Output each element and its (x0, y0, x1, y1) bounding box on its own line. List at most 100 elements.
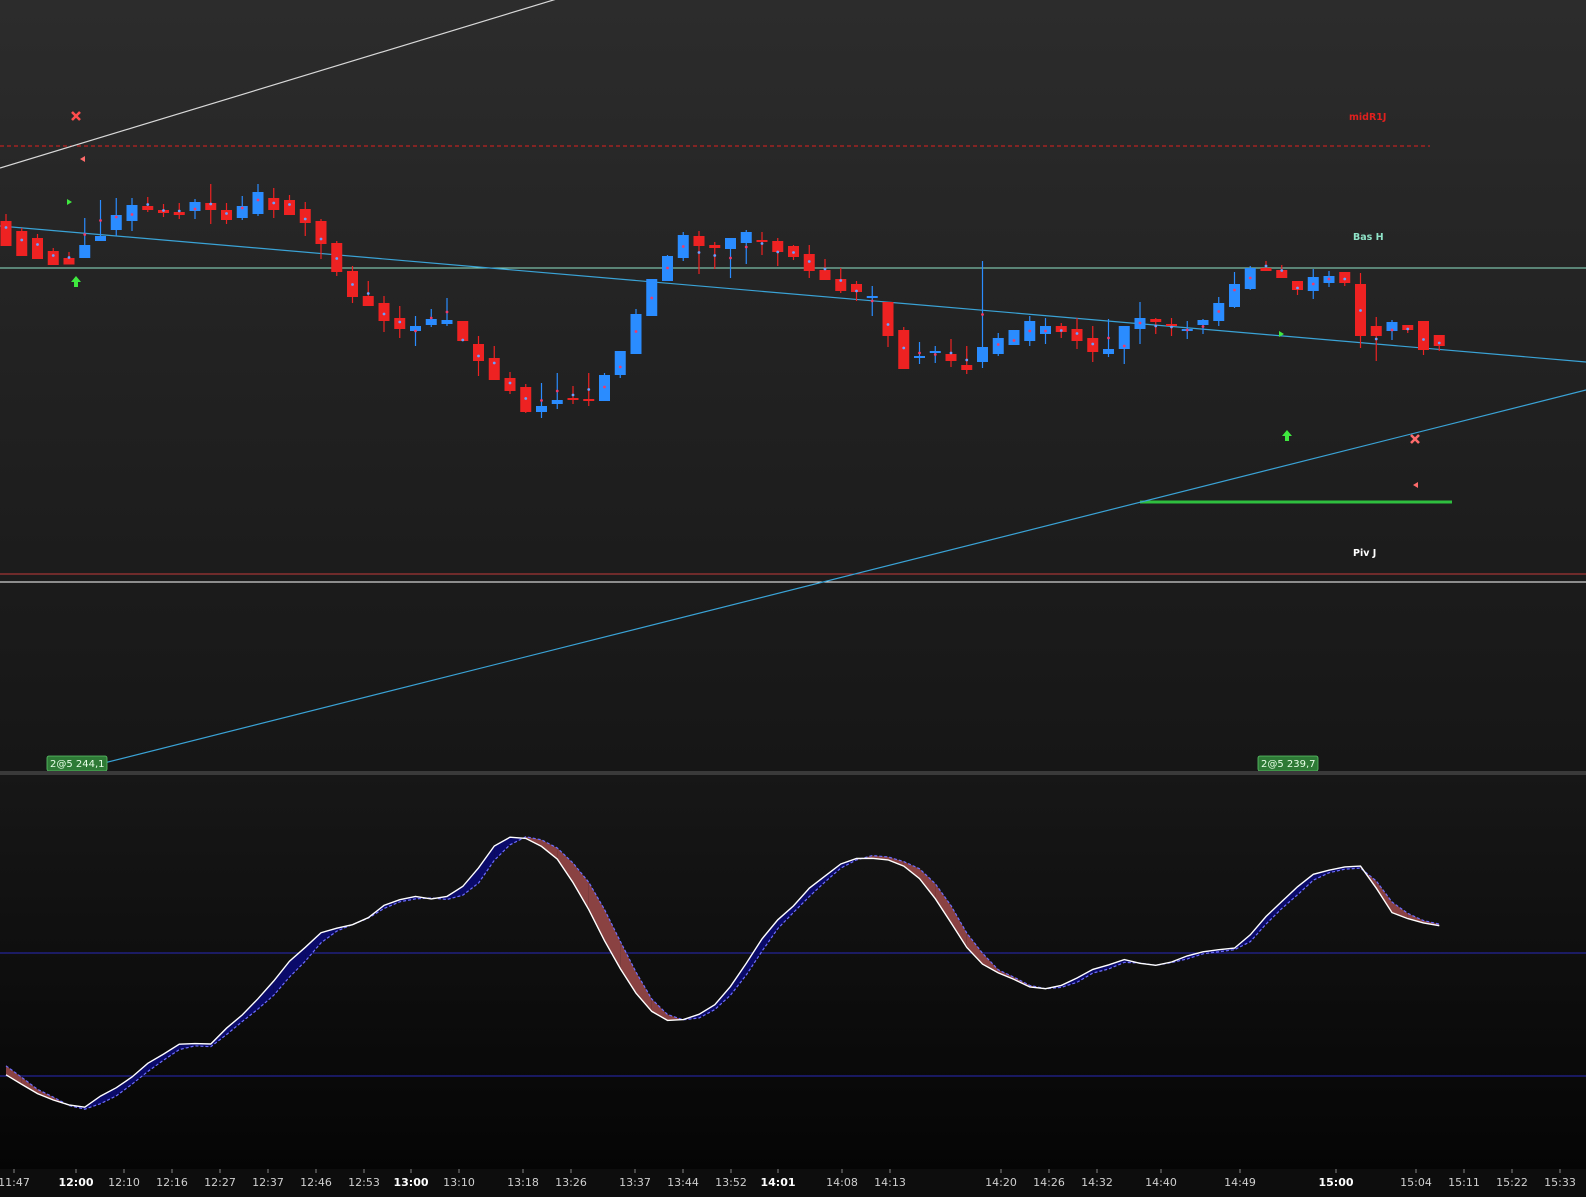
axis-tick-label: 15:33 (1544, 1176, 1576, 1189)
order-badge-label: 2@5 244,1 (50, 759, 105, 770)
axis-tick-label: 15:11 (1448, 1176, 1480, 1189)
candle-bull[interactable] (677, 232, 689, 261)
candle-dot (1217, 310, 1221, 313)
candle-body (362, 296, 374, 306)
candle-dot (760, 242, 764, 245)
candle-bear[interactable] (457, 321, 469, 342)
price-panel[interactable]: midR1J Bas H Piv J 2@5 244,1 2@5 239,7 (0, 0, 1586, 772)
time-axis: 11:47 12:00 12:10 12:16 12:27 12:37 12:46 12:53… (0, 1169, 1586, 1197)
candle-bull[interactable] (599, 373, 610, 401)
candle-body (1260, 268, 1272, 271)
order-badge[interactable]: 2@5 244,1 (46, 755, 108, 772)
candle-dot (1406, 327, 1410, 331)
candle-body (394, 318, 406, 329)
candle-bull[interactable] (1244, 266, 1256, 290)
candle-dot (1091, 342, 1095, 346)
candle-bull[interactable] (1008, 330, 1020, 345)
candle-dot (1233, 288, 1236, 292)
candle-body (898, 330, 910, 369)
candle-body (1370, 326, 1382, 336)
candle-dot (83, 233, 87, 236)
candle-body (252, 192, 264, 214)
candle-dot (996, 343, 1000, 346)
candle-body (488, 358, 500, 380)
order-badge-label: 2@5 239,7 (1261, 759, 1316, 770)
candle-body (819, 270, 831, 280)
panel-separator[interactable] (0, 771, 1586, 775)
candle-body (929, 351, 941, 353)
candle-body (536, 406, 547, 412)
candle-dot (414, 329, 417, 333)
candle-body (551, 400, 563, 404)
oscillator-panel[interactable] (0, 775, 1586, 1169)
axis-tick-label: 14:13 (874, 1176, 906, 1189)
candle-dot (650, 296, 654, 300)
candle-dot (445, 310, 449, 314)
candle-body (977, 347, 988, 362)
candle-dot (1327, 277, 1331, 281)
axis-tick-label: 13:26 (555, 1176, 587, 1189)
candle-body (126, 205, 138, 221)
candle-dot (540, 399, 543, 402)
candle-body (614, 351, 626, 375)
axis-tick-label: 12:46 (300, 1176, 332, 1189)
candle-bear[interactable] (898, 327, 910, 369)
candle-body (504, 378, 516, 391)
candle-bull[interactable] (614, 351, 626, 378)
candle-dot (634, 330, 638, 333)
candle-dot (981, 313, 984, 316)
candle-bear[interactable] (331, 241, 343, 276)
candle-bear[interactable] (520, 384, 532, 413)
candle-body (882, 302, 894, 336)
candle-dot (335, 257, 339, 260)
candle-dot (855, 289, 858, 293)
axis-tick-label: 14:20 (985, 1176, 1017, 1189)
candle-body (756, 240, 768, 242)
axis-tick-label: 13:44 (667, 1176, 699, 1189)
candle-dot (1359, 309, 1362, 312)
axis-tick-label: 14:32 (1081, 1176, 1113, 1189)
candle-body (1229, 284, 1240, 307)
axis-tick-label: 12:10 (108, 1176, 140, 1189)
candle-bear[interactable] (16, 228, 28, 256)
candle-body (1197, 320, 1209, 325)
candle-body (173, 212, 185, 215)
axis-tick-label: 15:04 (1400, 1176, 1432, 1189)
candle-body (1008, 330, 1020, 345)
candle-bull[interactable] (662, 255, 673, 281)
candle-body (425, 319, 437, 325)
axis-tick-label: 14:40 (1145, 1176, 1177, 1189)
candle-body (740, 232, 752, 243)
candle-dot (67, 256, 71, 259)
candle-dot (240, 206, 244, 210)
candle-dot (1075, 332, 1079, 335)
candle-dot (681, 245, 685, 248)
candle-dot (1201, 325, 1205, 328)
candle-dot (303, 217, 307, 221)
candle-body (1418, 321, 1429, 350)
order-badge[interactable]: 2@5 239,7 (1257, 755, 1319, 772)
oscillator-panel-background (0, 775, 1586, 1169)
candle-dot (225, 212, 228, 215)
candle-bull[interactable] (646, 279, 658, 316)
candle-dot (870, 299, 874, 303)
candle-dot (666, 266, 669, 270)
candle-dot (256, 198, 260, 202)
candle-dot (130, 213, 134, 216)
candle-body (32, 238, 43, 259)
candle-dot (461, 338, 465, 342)
axis-tick-label: 11:47 (0, 1176, 30, 1189)
candle-dot (114, 215, 118, 219)
candle-body (583, 399, 595, 401)
candle-body (79, 245, 91, 258)
candle-body (315, 221, 327, 244)
trading-chart[interactable]: midR1J Bas H Piv J 2@5 244,1 2@5 239,7 11:4… (0, 0, 1586, 1197)
candle-dot (571, 393, 575, 397)
candle-bull[interactable] (630, 309, 642, 354)
candle-body (142, 206, 154, 210)
candle-body (945, 354, 957, 361)
candle-dot (1059, 329, 1063, 332)
candle-dot (839, 279, 843, 282)
axis-tick-label: 13:52 (715, 1176, 747, 1189)
candle-bear[interactable] (1418, 321, 1429, 355)
